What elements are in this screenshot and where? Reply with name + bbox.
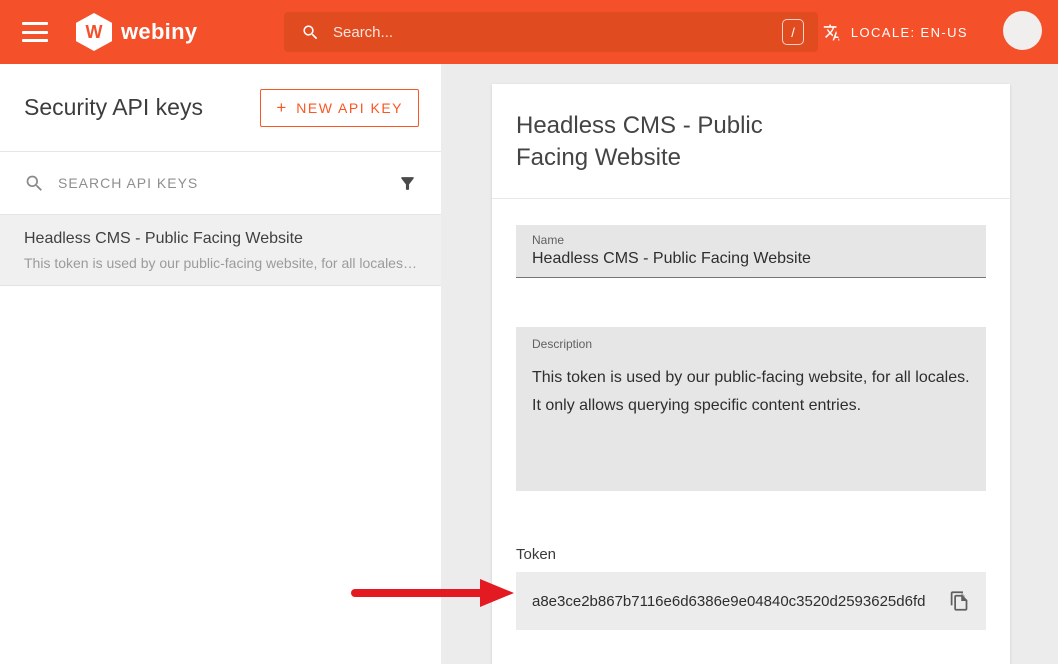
token-value: a8e3ce2b867b7116e6d6386e9e04840c3520d259… xyxy=(532,593,947,610)
description-field[interactable]: Description This token is used by our pu… xyxy=(516,327,986,491)
global-search-input[interactable] xyxy=(333,24,782,41)
locale-label: LOCALE: EN-US xyxy=(851,25,968,40)
top-app-bar: W webiny / LOCALE: EN-US xyxy=(0,0,1058,64)
user-avatar[interactable] xyxy=(1003,11,1042,50)
name-input[interactable] xyxy=(532,250,970,268)
global-search[interactable]: / xyxy=(284,12,818,52)
page-title: Security API keys xyxy=(24,94,203,121)
name-field[interactable]: Name xyxy=(516,225,986,278)
detail-title: Headless CMS - Public Facing Website xyxy=(516,110,786,174)
api-key-detail-card: Headless CMS - Public Facing Website Nam… xyxy=(492,84,1010,664)
name-field-label: Name xyxy=(532,233,970,247)
detail-header: Headless CMS - Public Facing Website xyxy=(492,84,1010,199)
token-label: Token xyxy=(516,546,986,563)
new-api-key-label: NEW API KEY xyxy=(296,100,403,116)
brand-name: webiny xyxy=(121,19,197,45)
locale-selector[interactable]: LOCALE: EN-US xyxy=(823,0,968,64)
copy-token-button[interactable] xyxy=(947,587,972,615)
api-keys-panel: Security API keys + NEW API KEY Headless… xyxy=(0,64,441,664)
plus-icon: + xyxy=(276,98,286,118)
api-key-item-title: Headless CMS - Public Facing Website xyxy=(24,230,417,248)
translate-icon xyxy=(823,23,842,42)
panel-header: Security API keys + NEW API KEY xyxy=(0,64,441,152)
filter-icon[interactable] xyxy=(398,174,417,193)
api-keys-search xyxy=(0,152,441,215)
webiny-logo-icon: W xyxy=(76,13,112,51)
api-key-item-description: This token is used by our public-facing … xyxy=(24,255,417,271)
description-textarea[interactable]: This token is used by our public-facing … xyxy=(532,364,970,420)
api-key-list-item[interactable]: Headless CMS - Public Facing Website Thi… xyxy=(0,215,441,286)
detail-form: Name Description This token is used by o… xyxy=(492,199,1010,656)
menu-icon[interactable] xyxy=(22,22,48,42)
api-keys-search-input[interactable] xyxy=(58,175,398,191)
new-api-key-button[interactable]: + NEW API KEY xyxy=(260,89,419,127)
copy-icon xyxy=(949,589,970,613)
slash-shortcut-badge: / xyxy=(782,19,804,45)
search-icon xyxy=(24,173,45,194)
description-field-label: Description xyxy=(532,337,970,351)
search-icon xyxy=(301,23,320,42)
webiny-logo[interactable]: W webiny xyxy=(76,13,197,51)
token-field: a8e3ce2b867b7116e6d6386e9e04840c3520d259… xyxy=(516,572,986,630)
